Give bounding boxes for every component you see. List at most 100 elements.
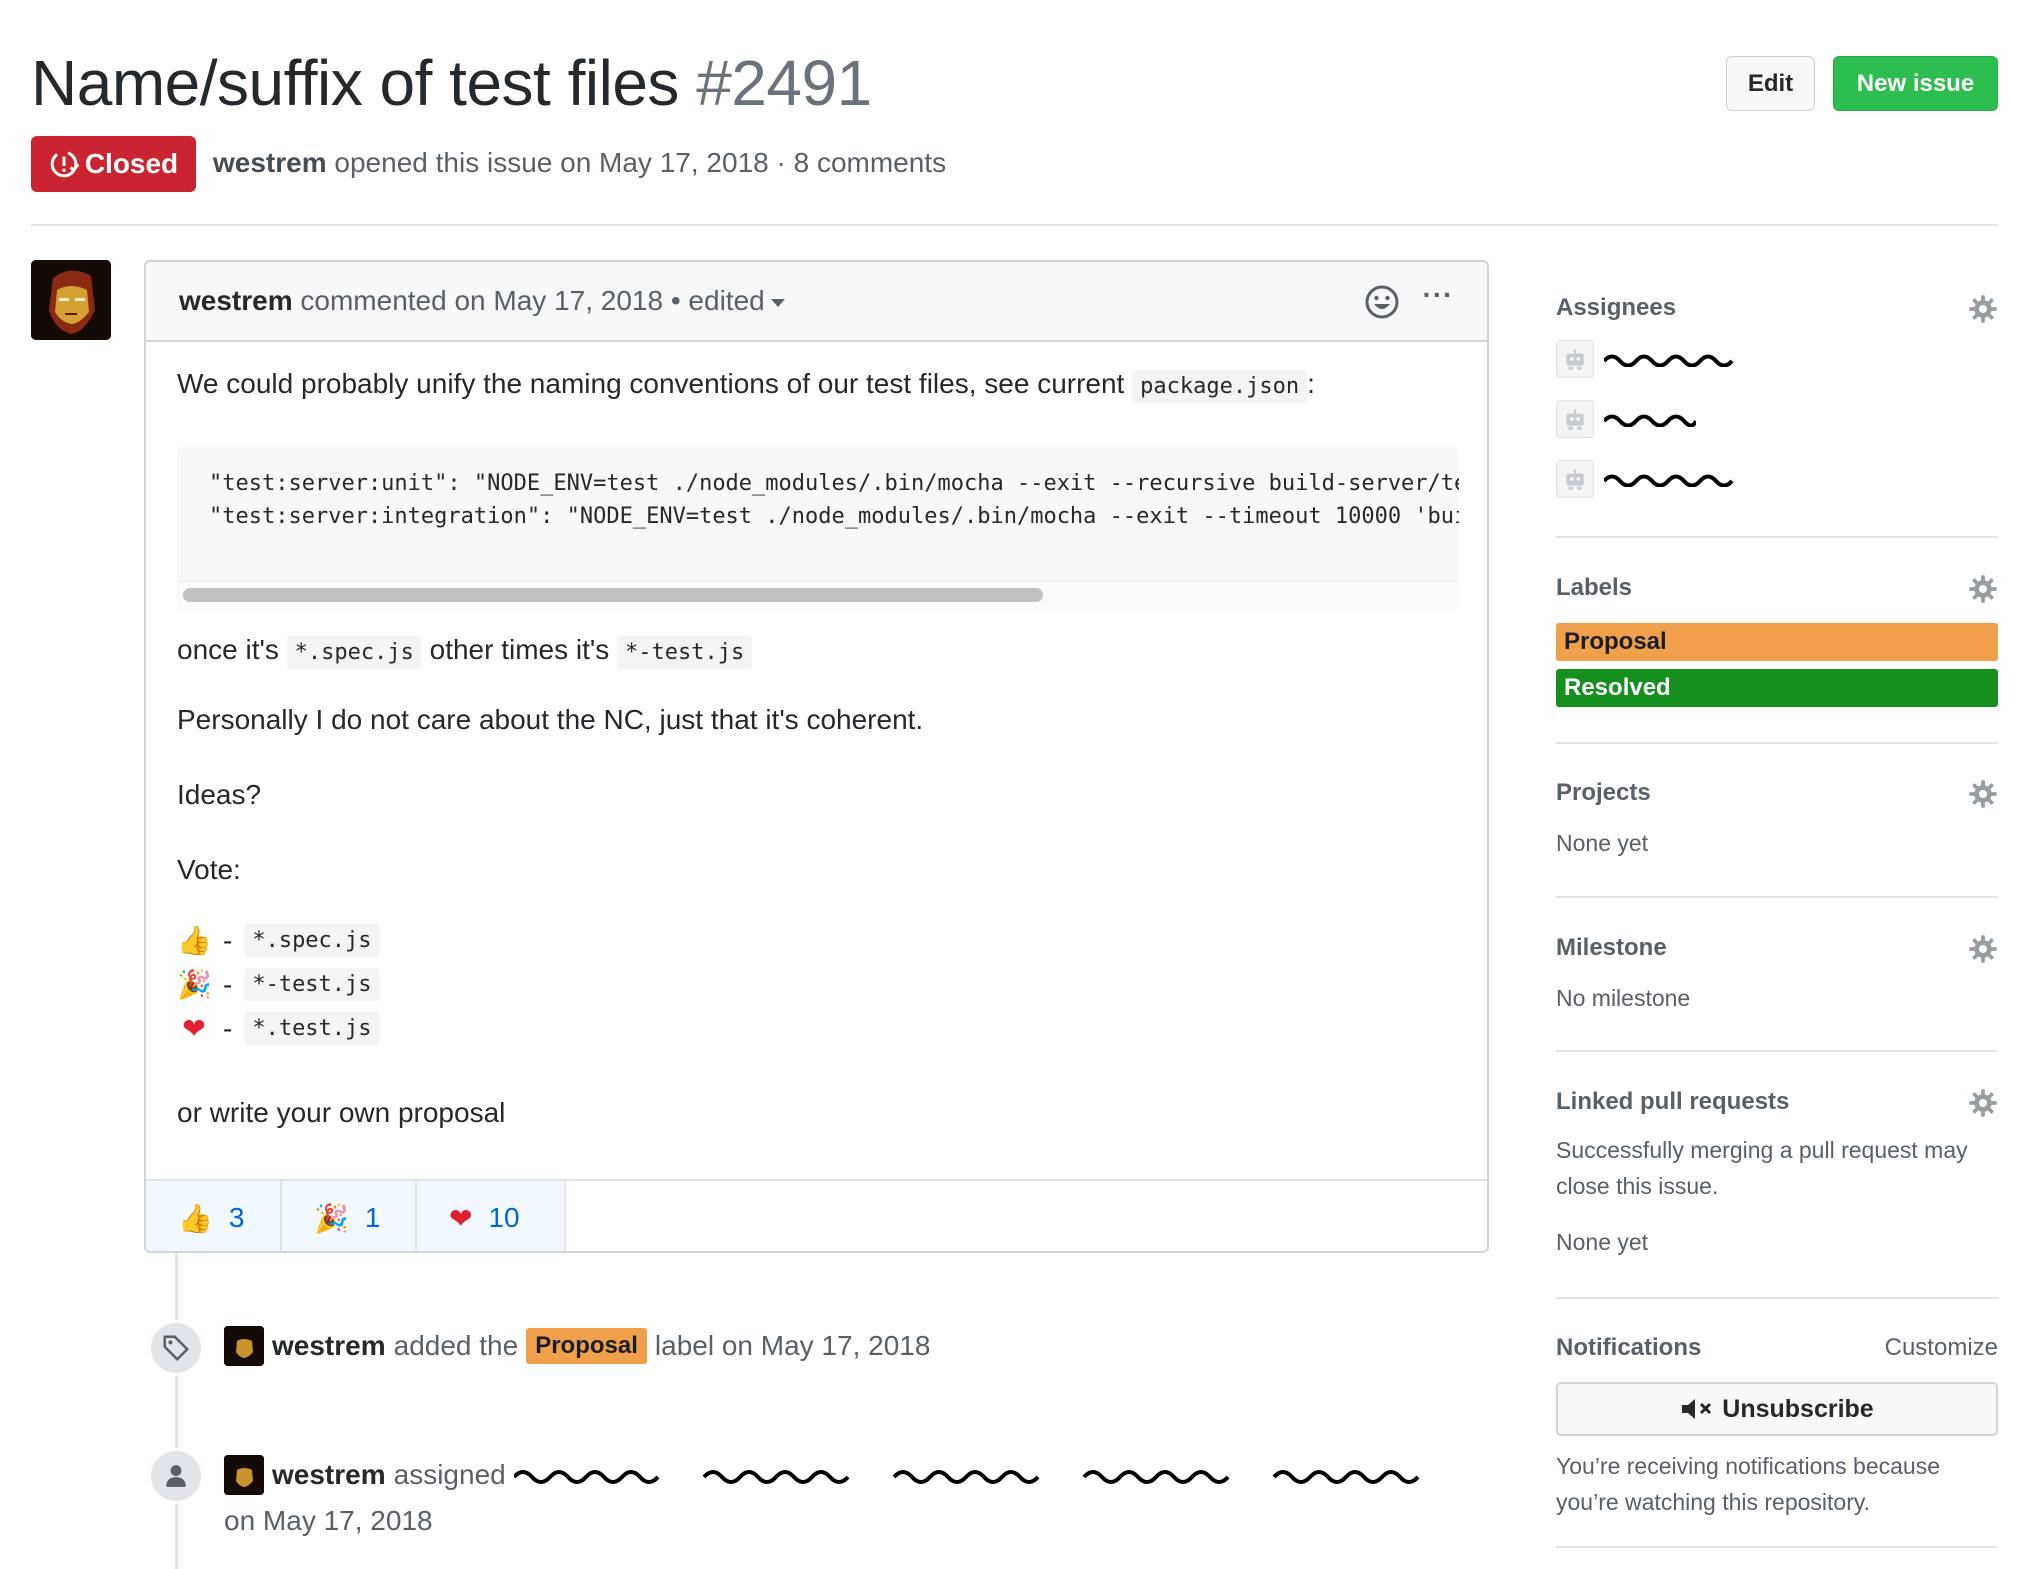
intro-code: package.json: [1132, 370, 1308, 403]
sidebar-divider: [1556, 1050, 1998, 1052]
unsubscribe-button[interactable]: Unsubscribe: [1556, 1382, 1998, 1436]
projects-title[interactable]: Projects: [1556, 779, 1651, 807]
notifications-title: Notifications: [1556, 1334, 1702, 1361]
reaction-count: 1: [364, 1202, 381, 1233]
notification-reason: You’re receiving notifications because y…: [1556, 1453, 1941, 1515]
smiley-icon[interactable]: [1364, 284, 1400, 320]
bot-avatar-icon: [1556, 340, 1594, 378]
suffix-paragraph: once it's *.spec.js other times it's *-t…: [177, 634, 753, 669]
party-popper-icon: 🎉: [314, 1202, 349, 1234]
actor-avatar[interactable]: [224, 1455, 264, 1495]
reaction-count: 10: [488, 1202, 520, 1233]
assignees-title[interactable]: Assignees: [1556, 294, 1676, 322]
ideas-paragraph: Ideas?: [177, 779, 262, 810]
kebab-icon[interactable]: ···: [1418, 281, 1458, 316]
gear-icon[interactable]: [1968, 294, 1998, 324]
code-scrollbar[interactable]: [177, 581, 1459, 609]
linked-description: Successfully merging a pull request may …: [1556, 1137, 1968, 1199]
intro-text: We could probably unify the naming conve…: [177, 368, 1125, 399]
issue-title: Name/suffix of test files #2491: [31, 46, 872, 120]
code-block: "test:server:unit": "NODE_ENV=test ./nod…: [177, 447, 1459, 609]
intro-suffix: :: [1307, 368, 1315, 399]
issue-meta: westrem opened this issue on May 17, 201…: [213, 147, 946, 179]
gear-icon[interactable]: [1968, 934, 1998, 964]
label-event: westrem added the Proposal label on May …: [224, 1326, 930, 1366]
timeline-line: [175, 1252, 178, 1569]
label-proposal[interactable]: Proposal: [1556, 623, 1998, 661]
once-code: *.spec.js: [286, 636, 422, 669]
sidebar-divider: [1556, 1546, 1998, 1548]
actor-link[interactable]: westrem: [272, 1330, 386, 1362]
labels-title[interactable]: Labels: [1556, 574, 1632, 602]
gear-icon[interactable]: [1968, 1088, 1998, 1118]
linked-title[interactable]: Linked pull requests: [1556, 1088, 1789, 1116]
issue-closed-icon: [50, 150, 79, 178]
label-chip[interactable]: Proposal: [526, 1328, 647, 1364]
sidebar-divider: [1556, 1297, 1998, 1299]
actor-avatar[interactable]: [224, 1326, 264, 1366]
new-issue-button[interactable]: New issue: [1833, 56, 1998, 111]
tag-icon: [163, 1335, 190, 1362]
vote-dash: -: [223, 968, 233, 1000]
bot-avatar-icon: [1556, 460, 1594, 498]
thumbs-up-icon: 👍: [177, 924, 212, 957]
code-line: "test:server:unit": "NODE_ENV=test ./nod…: [209, 471, 1459, 496]
status-label: Closed: [84, 148, 179, 179]
reaction-count: 3: [228, 1202, 245, 1233]
vote-paragraph: Vote:: [177, 854, 241, 885]
vote-option: 👍 - *.spec.js: [177, 924, 380, 957]
header-divider: [31, 224, 1998, 226]
scrollbar-thumb[interactable]: [183, 588, 1043, 602]
vote-option: 🎉 - *-test.js: [177, 968, 380, 1001]
personally-paragraph: Personally I do not care about the NC, j…: [177, 704, 924, 735]
label-event-post: label on May 17, 2018: [654, 1330, 931, 1361]
sidebar-divider: [1556, 536, 1998, 538]
sidebar-divider: [1556, 896, 1998, 898]
chevron-down-icon[interactable]: [770, 298, 785, 307]
status-badge: Closed: [31, 136, 196, 192]
issue-author-link[interactable]: westrem: [213, 147, 327, 178]
issue-opened-text: opened this issue on May 17, 2018 · 8 co…: [334, 147, 947, 178]
assignee-item[interactable]: [1556, 460, 1736, 498]
milestone-title[interactable]: Milestone: [1556, 934, 1667, 962]
reaction-hooray[interactable]: 🎉 1: [282, 1181, 417, 1251]
thumbs-up-icon: 👍: [178, 1202, 213, 1234]
comment-author-link[interactable]: westrem: [179, 285, 293, 316]
milestone-value: No milestone: [1556, 985, 1691, 1011]
unsubscribe-label: Unsubscribe: [1722, 1394, 1874, 1423]
redacted-assignee: [513, 1470, 1420, 1484]
issue-number: #2491: [696, 47, 872, 119]
bot-avatar-icon: [1556, 400, 1594, 438]
assignee-item[interactable]: [1556, 400, 1696, 438]
redacted-name: [1604, 414, 1696, 427]
customize-link[interactable]: Customize: [1885, 1330, 1998, 1366]
heart-icon: ❤: [182, 1012, 206, 1045]
comment-meta-text[interactable]: commented on May 17, 2018 • edited: [300, 285, 764, 316]
vote-code: *.spec.js: [244, 924, 380, 957]
vote-code: *.test.js: [244, 1012, 380, 1045]
mute-icon: [1682, 1399, 1712, 1419]
other-text: other times it's: [429, 634, 610, 665]
other-code: *-test.js: [617, 636, 753, 669]
assign-event: westrem assigned: [224, 1455, 1434, 1495]
party-popper-icon: 🎉: [177, 968, 212, 1001]
author-avatar[interactable]: [31, 260, 111, 340]
label-resolved[interactable]: Resolved: [1556, 669, 1998, 707]
assign-verb: assigned: [393, 1459, 506, 1490]
assignee-item[interactable]: [1556, 340, 1736, 378]
linked-value: None yet: [1556, 1229, 1649, 1255]
gear-icon[interactable]: [1968, 779, 1998, 809]
actor-link[interactable]: westrem: [272, 1459, 386, 1491]
closing-paragraph: or write your own proposal: [177, 1097, 506, 1128]
comment-meta: westrem commented on May 17, 2018 • edit…: [179, 285, 785, 317]
reaction-heart[interactable]: ❤ 10: [417, 1181, 566, 1251]
reaction-thumbs-up[interactable]: 👍 3: [146, 1181, 282, 1251]
redacted-name: [1604, 474, 1734, 487]
redacted-name: [1604, 354, 1734, 367]
vote-dash: -: [223, 1012, 233, 1044]
vote-option: ❤ - *.test.js: [177, 1012, 380, 1045]
sidebar-divider: [1556, 742, 1998, 744]
gear-icon[interactable]: [1968, 574, 1998, 604]
heart-icon: ❤: [449, 1202, 473, 1234]
edit-button[interactable]: Edit: [1726, 56, 1815, 111]
